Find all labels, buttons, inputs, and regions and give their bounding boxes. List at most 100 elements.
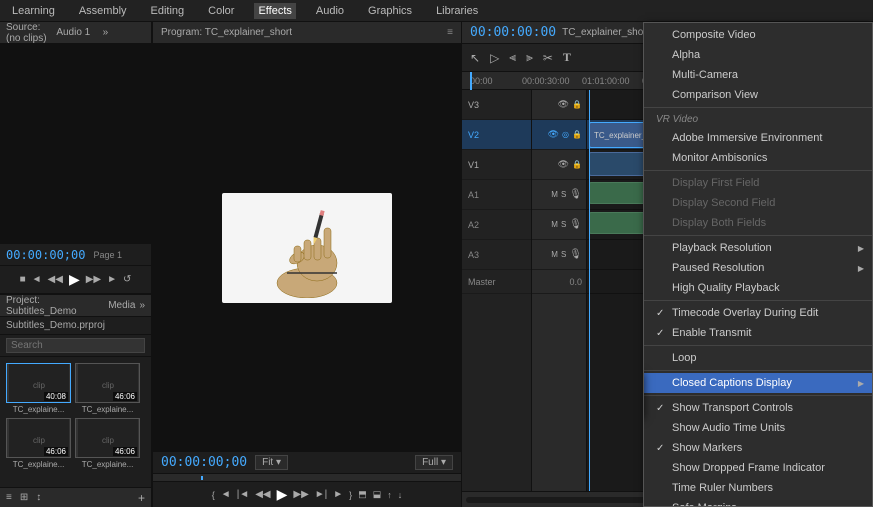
- prog-extract[interactable]: ↓: [398, 490, 403, 500]
- menu-closed-captions[interactable]: Closed Captions Display: [644, 373, 872, 393]
- menu-show-transport[interactable]: ✓ Show Transport Controls: [644, 398, 872, 418]
- project-expand-icon[interactable]: »: [139, 300, 145, 311]
- rolling-tool[interactable]: ⫸: [524, 48, 535, 67]
- full-quality-dropdown[interactable]: Full ▾: [415, 455, 453, 470]
- v2-lock-icon[interactable]: 🔒: [572, 130, 582, 139]
- prog-insert[interactable]: ⬒: [358, 489, 367, 500]
- a2-s-icon[interactable]: S: [561, 220, 566, 229]
- track-ctrl-v1: 👁 🔒: [532, 150, 586, 180]
- a1-s-icon[interactable]: S: [561, 190, 566, 199]
- menu-graphics[interactable]: Graphics: [364, 3, 416, 19]
- menu-alpha[interactable]: Alpha: [644, 45, 872, 65]
- program-timeline-ruler[interactable]: [153, 473, 461, 481]
- prog-prev-edit[interactable]: |◄: [237, 489, 250, 500]
- prog-ff[interactable]: ▶▶: [293, 489, 308, 500]
- menu-immersive[interactable]: Adobe Immersive Environment: [644, 128, 872, 148]
- menu-timecode-overlay[interactable]: ✓ Timecode Overlay During Edit: [644, 303, 872, 323]
- list-item[interactable]: clip 46:06 TC_explaine...: [75, 418, 140, 469]
- track-select-tool[interactable]: ▷: [488, 49, 501, 67]
- razor-tool[interactable]: ✂: [541, 49, 555, 67]
- a3-m-icon[interactable]: M: [551, 250, 558, 259]
- menu-enable-transmit[interactable]: ✓ Enable Transmit: [644, 323, 872, 343]
- menu-composite-video[interactable]: Composite Video: [644, 25, 872, 45]
- thumbnail-2[interactable]: clip 46:06: [75, 363, 140, 403]
- list-item[interactable]: clip 46:06 TC_explaine...: [75, 363, 140, 414]
- program-timecode[interactable]: 00:00:00;00: [161, 455, 247, 470]
- prog-lift[interactable]: ↑: [387, 490, 392, 500]
- menu-ambisonics[interactable]: Monitor Ambisonics: [644, 148, 872, 168]
- prog-step-back[interactable]: ◄: [221, 489, 231, 500]
- source-timecode[interactable]: 00:00:00;00: [6, 248, 85, 262]
- thumbnail-4[interactable]: clip 46:06: [75, 418, 140, 458]
- thumbnail-1[interactable]: clip 40:08: [6, 363, 71, 403]
- track-ctrl-a3: M S 🎙: [532, 240, 586, 270]
- a1-mic-icon[interactable]: 🎙: [569, 189, 582, 200]
- grid-view-icon[interactable]: ⊞: [20, 492, 28, 503]
- playback-res-label: Playback Resolution: [672, 242, 772, 254]
- menu-playback-res[interactable]: Playback Resolution: [644, 238, 872, 258]
- menu-show-markers[interactable]: ✓ Show Markers: [644, 438, 872, 458]
- menu-multi-camera[interactable]: Multi-Camera: [644, 65, 872, 85]
- a2-m-icon[interactable]: M: [551, 220, 558, 229]
- v3-eye-icon[interactable]: 👁: [558, 99, 569, 110]
- list-item[interactable]: clip 46:06 TC_explaine...: [6, 418, 71, 469]
- menu-high-quality[interactable]: High Quality Playback: [644, 278, 872, 298]
- menu-libraries[interactable]: Libraries: [432, 3, 482, 19]
- expand-icon[interactable]: »: [103, 27, 145, 38]
- menu-audio[interactable]: Audio: [312, 3, 348, 19]
- project-search-bar: [0, 335, 151, 357]
- menu-dropped-frame[interactable]: Show Dropped Frame Indicator: [644, 458, 872, 478]
- a3-mic-icon[interactable]: 🎙: [569, 249, 582, 260]
- prog-play[interactable]: ▶: [277, 486, 288, 503]
- thumbnail-3[interactable]: clip 46:06: [6, 418, 71, 458]
- prog-mark-in[interactable]: {: [212, 490, 215, 500]
- v1-eye-icon[interactable]: 👁: [558, 159, 569, 170]
- timeline-timecode[interactable]: 00:00:00:00: [470, 25, 556, 40]
- text-tool[interactable]: T: [561, 48, 573, 67]
- sort-icon[interactable]: ↕: [36, 492, 41, 503]
- label-1: TC_explaine...: [6, 405, 71, 414]
- a1-m-icon[interactable]: M: [551, 190, 558, 199]
- list-item[interactable]: clip 40:08 TC_explaine...: [6, 363, 71, 414]
- v2-target-icon[interactable]: ◎: [562, 130, 569, 139]
- prog-next-edit[interactable]: ►|: [315, 489, 328, 500]
- play-btn[interactable]: ▶: [69, 271, 80, 288]
- fit-dropdown[interactable]: Fit ▾: [255, 455, 288, 470]
- prog-overwrite[interactable]: ⬓: [373, 489, 382, 500]
- menu-time-ruler-numbers[interactable]: Time Ruler Numbers: [644, 478, 872, 498]
- v1-lock-icon[interactable]: 🔒: [572, 160, 582, 169]
- list-view-icon[interactable]: ≡: [6, 492, 12, 503]
- a2-mic-icon[interactable]: 🎙: [569, 219, 582, 230]
- menu-paused-res[interactable]: Paused Resolution: [644, 258, 872, 278]
- menu-safe-margins[interactable]: Safe Margins: [644, 498, 872, 507]
- menu-editing[interactable]: Editing: [147, 3, 189, 19]
- stop-btn[interactable]: ■: [20, 274, 26, 285]
- menu-assembly[interactable]: Assembly: [75, 3, 131, 19]
- menu-learning[interactable]: Learning: [8, 3, 59, 19]
- source-panel-header: Source: (no clips) Audio 1 »: [0, 22, 151, 44]
- ripple-tool[interactable]: ⫷: [507, 48, 518, 67]
- a3-s-icon[interactable]: S: [561, 250, 566, 259]
- menu-effects[interactable]: Effects: [254, 3, 295, 19]
- track-label-v2: V2: [462, 120, 531, 150]
- menu-color[interactable]: Color: [204, 3, 238, 19]
- v2-eye-icon[interactable]: 👁: [548, 129, 559, 140]
- step-back-btn[interactable]: ◄: [32, 274, 42, 285]
- timeline-playhead[interactable]: [589, 90, 590, 491]
- project-search-input[interactable]: [6, 338, 145, 353]
- select-tool[interactable]: ↖: [468, 49, 482, 67]
- v3-lock-icon[interactable]: 🔒: [572, 100, 582, 109]
- program-menu-icon[interactable]: ≡: [447, 27, 453, 38]
- rewind-btn[interactable]: ◀◀: [48, 274, 63, 285]
- loop-btn[interactable]: ↺: [123, 274, 131, 285]
- prog-mark-out[interactable]: }: [349, 490, 352, 500]
- menu-loop[interactable]: Loop: [644, 348, 872, 368]
- menu-show-audio-time[interactable]: Show Audio Time Units: [644, 418, 872, 438]
- ff-btn[interactable]: ▶▶: [86, 274, 101, 285]
- add-icon[interactable]: +: [138, 491, 145, 505]
- menu-comparison-view[interactable]: Comparison View: [644, 85, 872, 105]
- step-fwd-btn[interactable]: ►: [107, 274, 117, 285]
- time-marker-2: 01:01:00:00: [582, 76, 630, 86]
- prog-step-fwd[interactable]: ►: [333, 489, 343, 500]
- prog-rewind[interactable]: ◀◀: [255, 489, 270, 500]
